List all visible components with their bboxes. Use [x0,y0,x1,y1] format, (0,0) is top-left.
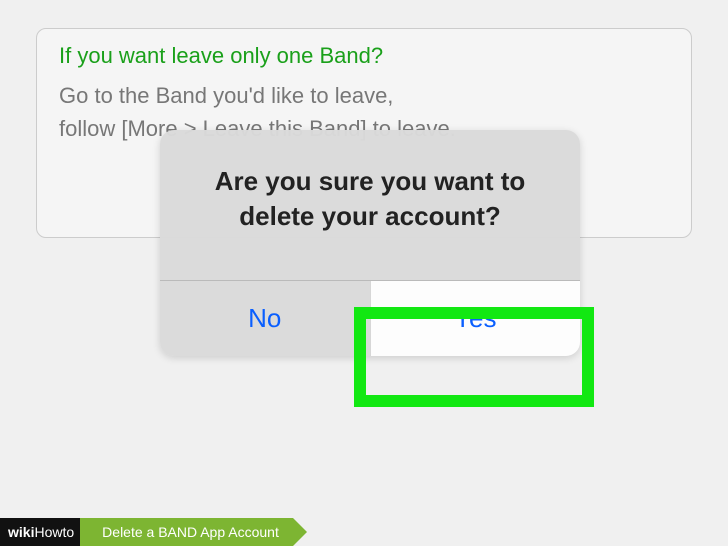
dialog-title: Are you sure you want to delete your acc… [160,130,580,280]
dialog-button-row: No Yes [160,280,580,356]
article-prefix: to [62,524,74,540]
yes-button[interactable]: Yes [370,281,581,356]
background-heading: If you want leave only one Band? [37,29,691,75]
wikihow-article-title: Delete a BAND App Account [80,518,293,546]
brand-normal: How [34,524,62,540]
confirm-dialog: Are you sure you want to delete your acc… [160,130,580,356]
wikihow-caption: wikiHow to Delete a BAND App Account [0,518,293,546]
brand-bold: wiki [8,524,34,540]
wikihow-brand: wikiHow to [0,518,80,546]
no-button[interactable]: No [160,281,370,356]
